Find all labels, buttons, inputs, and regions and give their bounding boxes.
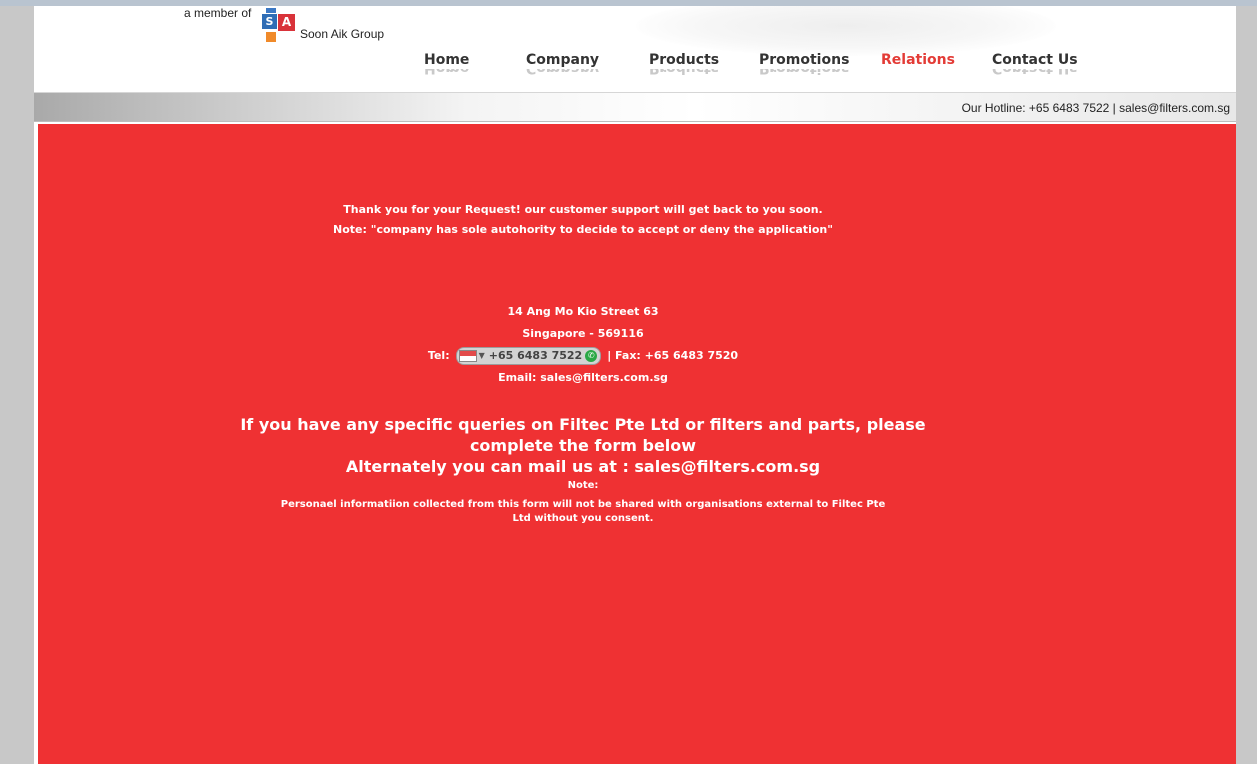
- application-note: Note: "company has sole autohority to de…: [333, 223, 833, 236]
- nav-relations[interactable]: Relations Relations: [881, 51, 955, 85]
- nav-products-label: Products: [649, 52, 720, 68]
- header-decoration: [636, 6, 1056, 56]
- tel-number: +65 6483 7522: [488, 349, 583, 362]
- nav-relations-label: Relations: [881, 52, 955, 68]
- queries-line-1: If you have any specific queries on Filt…: [240, 415, 926, 434]
- thanks-message: Thank you for your Request! our customer…: [343, 203, 823, 216]
- main-nav: Home Home Company Company Products Produ…: [34, 51, 1236, 91]
- nav-contact-us-reflection: Contact Us: [992, 69, 1078, 77]
- queries-line-3: Alternately you can mail us at : sales@f…: [345, 457, 821, 476]
- page: a member of S A Soon Aik Group Home Home…: [34, 6, 1236, 764]
- nav-promotions-label: Promotions: [759, 52, 850, 68]
- nav-contact-us[interactable]: Contact Us Contact Us: [992, 51, 1078, 85]
- address-email: Email: sales@filters.com.sg: [38, 368, 1128, 388]
- nav-contact-us-label: Contact Us: [992, 52, 1078, 68]
- phone-widget[interactable]: ▼ +65 6483 7522 ✆: [455, 347, 602, 365]
- contact-row: Tel: ▼ +65 6483 7522 ✆ | Fax: +65 6483 7…: [38, 346, 1128, 366]
- nav-home-reflection: Home: [424, 69, 469, 77]
- hotline-bar: Our Hotline: +65 6483 7522 | sales@filte…: [34, 92, 1236, 122]
- singapore-flag-icon: [458, 350, 477, 362]
- nav-promotions-reflection: Promotions: [759, 69, 849, 77]
- group-name: Soon Aik Group: [300, 27, 385, 41]
- address-street: 14 Ang Mo Kio Street 63: [507, 305, 659, 318]
- nav-company-reflection: Company: [526, 69, 599, 77]
- logo-letter-a: A: [278, 14, 295, 31]
- address-city: Singapore - 569116: [522, 327, 644, 340]
- nav-home-label: Home: [424, 52, 470, 68]
- nav-products-reflection: Products: [649, 69, 719, 77]
- soon-aik-logo[interactable]: S A: [262, 8, 296, 46]
- fax-text: | Fax: +65 6483 7520: [607, 349, 739, 362]
- logo-square-bottom: [266, 32, 276, 42]
- privacy-note-label: Note:: [567, 480, 599, 491]
- chevron-down-icon: ▼: [478, 351, 485, 360]
- privacy-text-2: Ltd without you consent.: [512, 513, 654, 524]
- logo-square-top: [266, 8, 276, 13]
- nav-promotions[interactable]: Promotions Promotions: [759, 51, 849, 85]
- queries-line-2: complete the form below: [469, 436, 697, 455]
- nav-company[interactable]: Company Company: [526, 51, 599, 85]
- tel-label: Tel:: [427, 349, 450, 362]
- logo-letter-s: S: [262, 14, 277, 29]
- nav-company-label: Company: [526, 52, 600, 68]
- site-header: a member of S A Soon Aik Group Home Home…: [34, 6, 1236, 92]
- content-area: Thank you for your Request! our customer…: [38, 124, 1236, 764]
- nav-home[interactable]: Home Home: [424, 51, 469, 85]
- nav-relations-reflection: Relations: [881, 69, 955, 77]
- member-text: a member of: [184, 6, 252, 20]
- whatsapp-icon[interactable]: ✆: [585, 350, 598, 362]
- hotline-text: Our Hotline: +65 6483 7522 | sales@filte…: [961, 101, 1230, 115]
- nav-products[interactable]: Products Products: [649, 51, 719, 85]
- email-link[interactable]: Email: sales@filters.com.sg: [498, 371, 668, 384]
- privacy-text-1: Personael informatiion collected from th…: [280, 499, 886, 510]
